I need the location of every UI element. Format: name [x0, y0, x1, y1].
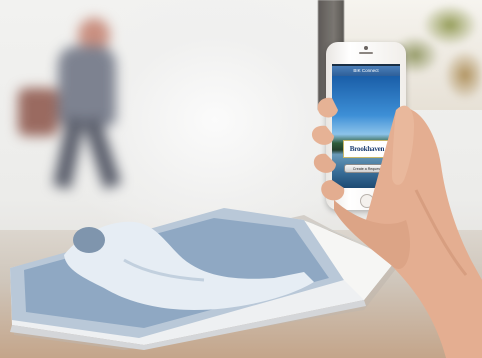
- pedestrian-bag: [18, 88, 58, 136]
- hand-holding-phone: [296, 70, 482, 358]
- hand-illustration: [311, 97, 482, 358]
- pedestrian-body: [58, 46, 116, 126]
- front-camera-icon: [364, 46, 368, 50]
- earpiece-speaker: [359, 52, 373, 54]
- photo-scene: BIK Connect Brookhaven Create a Request: [0, 0, 482, 358]
